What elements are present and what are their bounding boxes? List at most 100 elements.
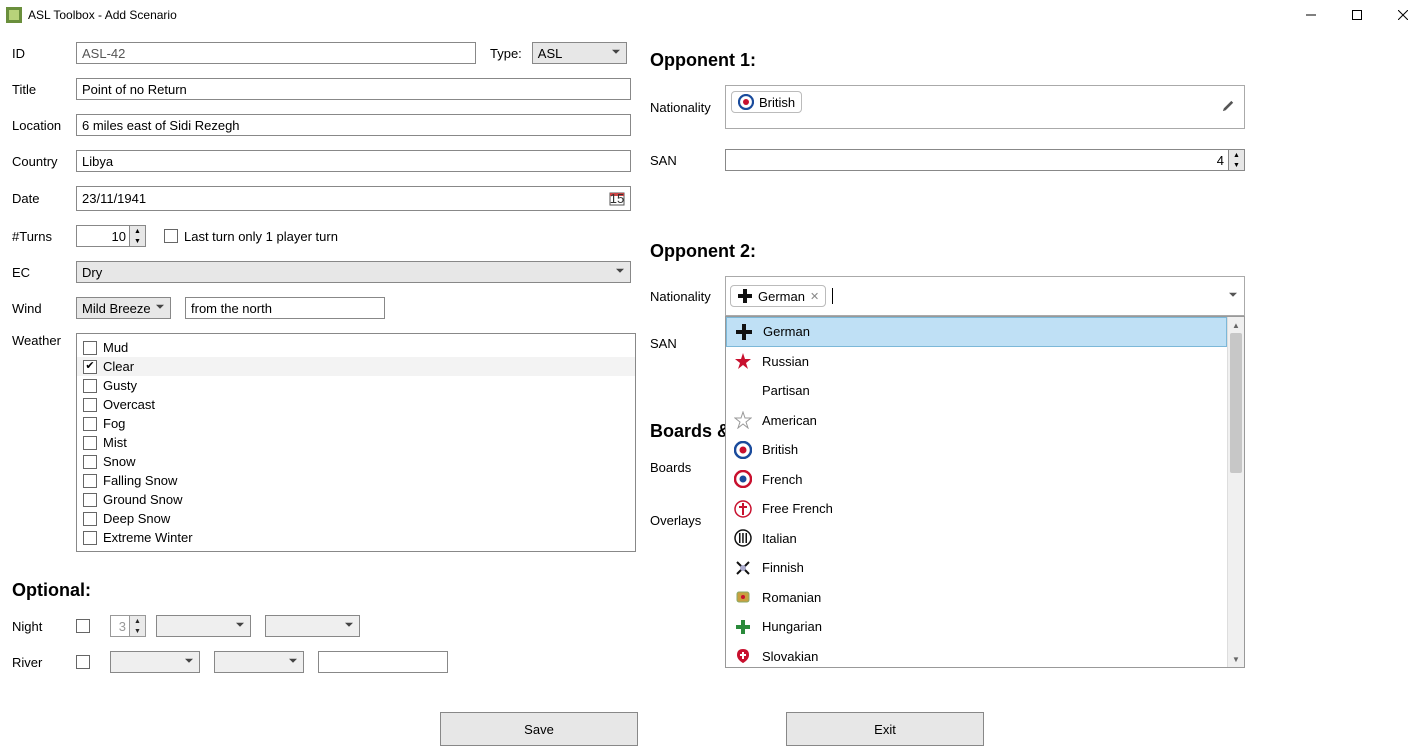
british-flag-icon [734, 441, 752, 459]
weather-listbox[interactable]: MudClear Gusty Overcast Fog Mist SnowFalling … [76, 333, 636, 552]
dropdown-item-slovakian[interactable]: Slovakian [726, 642, 1227, 669]
weather-checkbox[interactable] [83, 493, 97, 507]
weather-item-label: Overcast [103, 397, 155, 412]
weather-checkbox[interactable] [83, 474, 97, 488]
british-roundel-icon [738, 94, 754, 110]
free-french-flag-icon [734, 500, 752, 518]
weather-item-fog[interactable]: Fog [77, 414, 635, 433]
night-label: Night [12, 619, 76, 634]
french-flag-icon [734, 470, 752, 488]
dropdown-item-french[interactable]: French [726, 465, 1227, 495]
weather-item-gusty[interactable]: Gusty [77, 376, 635, 395]
weather-checkbox[interactable] [83, 417, 97, 431]
dropdown-item-partisan[interactable]: Partisan [726, 376, 1227, 406]
type-select[interactable]: ASL [532, 42, 627, 64]
id-input[interactable] [76, 42, 476, 64]
weather-checkbox[interactable] [83, 436, 97, 450]
date-input[interactable]: 15 [76, 186, 631, 211]
weather-item-label: Deep Snow [103, 511, 170, 526]
lastturn-label: Last turn only 1 player turn [184, 229, 338, 244]
dropdown-item-hungarian[interactable]: Hungarian [726, 612, 1227, 642]
wind-direction-input[interactable] [185, 297, 385, 319]
dropdown-scrollbar[interactable]: ▲ ▼ [1227, 317, 1244, 667]
title-label: Title [12, 82, 76, 97]
calendar-icon[interactable]: 15 [604, 187, 630, 210]
dropdown-item-finnish[interactable]: Finnish [726, 553, 1227, 583]
weather-checkbox[interactable] [83, 455, 97, 469]
opp2-nat-label: Nationality [650, 289, 725, 304]
opp2-chip-german[interactable]: German ✕ [730, 285, 826, 307]
weather-item-snow[interactable]: Snow [77, 452, 635, 471]
chip-remove-icon[interactable]: ✕ [810, 290, 819, 303]
opp2-nationality-combo[interactable]: German ✕ [725, 276, 1245, 316]
slovakian-flag-icon [734, 647, 752, 665]
close-button[interactable] [1380, 0, 1426, 30]
weather-item-clear[interactable]: Clear [77, 357, 635, 376]
night-spinner[interactable]: ▲▼ [110, 615, 146, 637]
scroll-thumb[interactable] [1230, 333, 1242, 473]
night-checkbox[interactable] [76, 619, 90, 633]
location-label: Location [12, 118, 76, 133]
weather-item-overcast[interactable]: Overcast [77, 395, 635, 414]
svg-text:15: 15 [610, 191, 624, 206]
river-select-1[interactable] [110, 651, 200, 673]
maximize-button[interactable] [1334, 0, 1380, 30]
location-input[interactable] [76, 114, 631, 136]
opp1-nationality-box[interactable]: British [725, 85, 1245, 129]
weather-checkbox[interactable] [83, 512, 97, 526]
river-label: River [12, 655, 76, 670]
ec-select[interactable]: Dry [76, 261, 631, 283]
turns-up[interactable]: ▲ [130, 226, 145, 236]
title-input[interactable] [76, 78, 631, 100]
chevron-down-icon[interactable] [1229, 293, 1237, 301]
dropdown-item-british[interactable]: British [726, 435, 1227, 465]
dropdown-item-german[interactable]: German [726, 317, 1227, 347]
date-label: Date [12, 191, 76, 206]
weather-checkbox[interactable] [83, 531, 97, 545]
weather-item-mist[interactable]: Mist [77, 433, 635, 452]
dropdown-item-russian[interactable]: Russian [726, 347, 1227, 377]
weather-item-deep-snow[interactable]: Deep Snow [77, 509, 635, 528]
dropdown-item-american[interactable]: American [726, 406, 1227, 436]
river-select-2[interactable] [214, 651, 304, 673]
weather-item-ground-snow[interactable]: Ground Snow [77, 490, 635, 509]
weather-checkbox[interactable] [83, 398, 97, 412]
weather-item-label: Mist [103, 435, 127, 450]
weather-item-label: Gusty [103, 378, 137, 393]
river-checkbox[interactable] [76, 655, 90, 669]
turns-down[interactable]: ▼ [130, 236, 145, 246]
scroll-down-icon[interactable]: ▼ [1228, 651, 1244, 667]
weather-item-label: Fog [103, 416, 125, 431]
scroll-up-icon[interactable]: ▲ [1228, 317, 1244, 333]
weather-item-mud[interactable]: Mud [77, 338, 635, 357]
weather-item-extreme-winter[interactable]: Extreme Winter [77, 528, 635, 547]
weather-checkbox[interactable] [83, 360, 97, 374]
night-select-1[interactable] [156, 615, 251, 637]
river-input[interactable] [318, 651, 448, 673]
weather-item-label: Ground Snow [103, 492, 183, 507]
turns-spinner[interactable]: ▲▼ [76, 225, 146, 247]
opp1-nat-label: Nationality [650, 100, 725, 115]
wind-select[interactable]: Mild Breeze [76, 297, 171, 319]
country-label: Country [12, 154, 76, 169]
opp1-san-spinner[interactable]: ▲▼ [725, 149, 1245, 171]
weather-checkbox[interactable] [83, 379, 97, 393]
weather-label: Weather [12, 333, 76, 348]
dropdown-item-free-french[interactable]: Free French [726, 494, 1227, 524]
lastturn-checkbox[interactable] [164, 229, 178, 243]
exit-button[interactable]: Exit [786, 712, 984, 746]
app-icon [6, 7, 22, 23]
opp2-nationality-dropdown[interactable]: GermanRussianPartisanAmericanBritishFren… [725, 316, 1245, 668]
save-button[interactable]: Save [440, 712, 638, 746]
night-select-2[interactable] [265, 615, 360, 637]
country-input[interactable] [76, 150, 631, 172]
weather-item-falling-snow[interactable]: Falling Snow [77, 471, 635, 490]
dropdown-item-romanian[interactable]: Romanian [726, 583, 1227, 613]
boards-label: Boards [650, 460, 725, 475]
pencil-icon[interactable] [1221, 98, 1236, 116]
opp1-chip-british[interactable]: British [731, 91, 802, 113]
type-label: Type: [490, 46, 522, 61]
weather-checkbox[interactable] [83, 341, 97, 355]
minimize-button[interactable] [1288, 0, 1334, 30]
dropdown-item-italian[interactable]: Italian [726, 524, 1227, 554]
